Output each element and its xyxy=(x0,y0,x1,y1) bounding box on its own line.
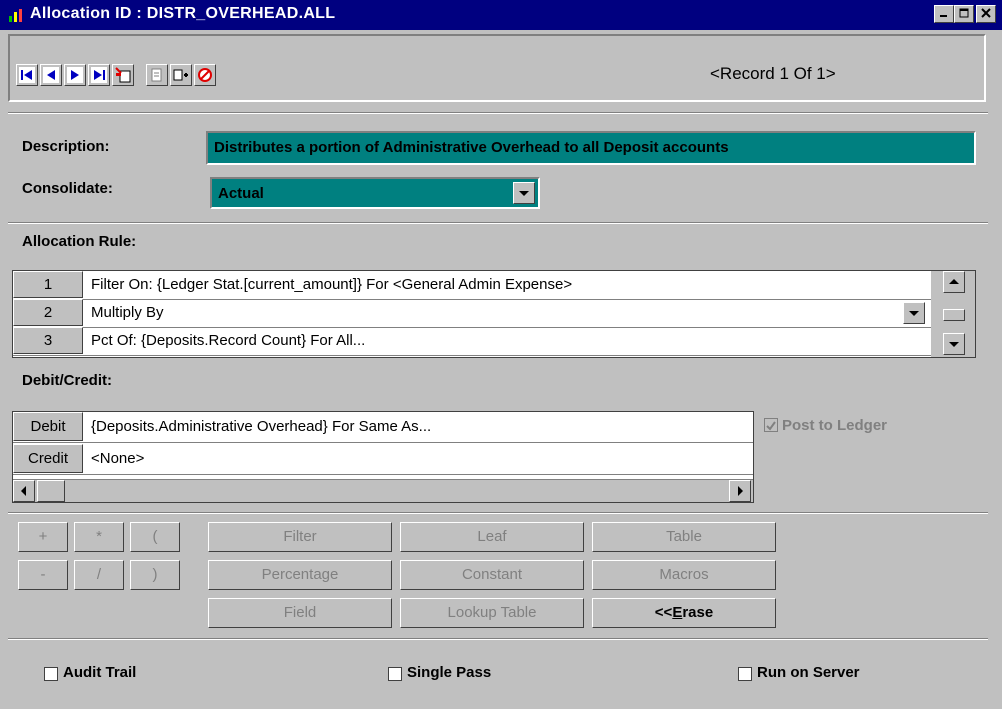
scroll-left-button[interactable] xyxy=(13,480,35,502)
description-field[interactable]: Distributes a portion of Administrative … xyxy=(206,131,976,165)
erase-hotkey: E xyxy=(672,604,683,621)
maximize-button[interactable] xyxy=(954,5,974,23)
last-record-button[interactable] xyxy=(88,64,110,86)
post-to-ledger-label: Post to Ledger xyxy=(782,417,888,434)
window-title: Allocation ID : DISTR_OVERHEAD.ALL xyxy=(30,5,336,22)
chevron-down-icon xyxy=(909,311,919,316)
chevron-down-icon xyxy=(519,191,529,196)
consolidate-dropdown[interactable]: Actual xyxy=(210,177,540,209)
scroll-thumb[interactable] xyxy=(37,480,65,502)
description-label: Description: xyxy=(22,138,110,155)
allocation-rule-label: Allocation Rule: xyxy=(22,233,137,250)
plus-button[interactable]: + xyxy=(18,522,68,552)
next-record-icon xyxy=(67,67,83,83)
rule-text[interactable]: Multiply By xyxy=(91,304,164,321)
arrow-left-icon xyxy=(21,486,26,496)
scroll-right-button[interactable] xyxy=(729,480,751,502)
single-pass-checkbox[interactable] xyxy=(388,667,402,681)
row-dropdown-button[interactable] xyxy=(903,302,925,324)
erase-button[interactable]: <<Erase xyxy=(592,598,776,628)
scroll-down-button[interactable] xyxy=(943,333,965,355)
dropdown-button[interactable] xyxy=(513,182,535,204)
horizontal-scrollbar[interactable] xyxy=(13,479,753,502)
rule-text[interactable]: Filter On: {Ledger Stat.[current_amount]… xyxy=(91,276,572,293)
minimize-button[interactable] xyxy=(934,5,954,23)
first-record-button[interactable] xyxy=(16,64,38,86)
constant-button[interactable]: Constant xyxy=(400,560,584,590)
delete-button[interactable] xyxy=(194,64,216,86)
close-icon xyxy=(981,8,991,18)
maximize-icon xyxy=(959,8,969,18)
divider xyxy=(8,112,988,114)
close-button[interactable] xyxy=(976,5,996,23)
audit-trail-label: Audit Trail xyxy=(63,664,137,681)
post-to-ledger-checkbox[interactable] xyxy=(764,418,778,432)
insert-button[interactable] xyxy=(170,64,192,86)
filter-button[interactable]: Filter xyxy=(208,522,392,552)
credit-value[interactable]: <None> xyxy=(91,450,144,467)
scroll-thumb[interactable] xyxy=(943,309,965,321)
record-indicator: <Record 1 Of 1> xyxy=(710,64,836,83)
erase-label: rase xyxy=(682,604,714,621)
consolidate-label: Consolidate: xyxy=(22,180,113,197)
single-pass-label: Single Pass xyxy=(407,664,492,681)
next-record-button[interactable] xyxy=(64,64,86,86)
leaf-button[interactable]: Leaf xyxy=(400,522,584,552)
rule-text[interactable]: Pct Of: {Deposits.Record Count} For All.… xyxy=(91,332,365,349)
debit-value[interactable]: {Deposits.Administrative Overhead} For S… xyxy=(91,418,431,435)
arrow-up-icon xyxy=(949,279,959,284)
multiply-button[interactable]: * xyxy=(74,522,124,552)
audit-trail-checkbox[interactable] xyxy=(44,667,58,681)
title-bar: Allocation ID : DISTR_OVERHEAD.ALL xyxy=(0,0,1002,30)
divide-button[interactable]: / xyxy=(74,560,124,590)
row-number[interactable]: 2 xyxy=(13,299,83,326)
first-record-icon xyxy=(19,67,35,83)
debit-header[interactable]: Debit xyxy=(13,412,83,441)
row-number[interactable]: 3 xyxy=(13,327,83,354)
scroll-up-button[interactable] xyxy=(943,271,965,293)
previous-record-button[interactable] xyxy=(40,64,62,86)
debit-credit-label: Debit/Credit: xyxy=(22,372,112,389)
copy-icon xyxy=(151,68,162,82)
insert-icon xyxy=(173,69,188,81)
debit-credit-grid: Debit {Deposits.Administrative Overhead}… xyxy=(12,411,754,503)
new-record-button[interactable] xyxy=(112,64,134,86)
new-record-icon xyxy=(115,67,131,83)
divider xyxy=(8,222,988,224)
table-button[interactable]: Table xyxy=(592,522,776,552)
vertical-scrollbar[interactable] xyxy=(931,271,975,357)
lookup-table-button[interactable]: Lookup Table xyxy=(400,598,584,628)
arrow-right-icon xyxy=(738,486,743,496)
close-paren-button[interactable]: ) xyxy=(130,560,180,590)
consolidate-value: Actual xyxy=(218,185,264,202)
macros-button[interactable]: Macros xyxy=(592,560,776,590)
record-toolbar: <Record 1 Of 1> xyxy=(8,34,986,102)
field-button[interactable]: Field xyxy=(208,598,392,628)
run-on-server-checkbox[interactable] xyxy=(738,667,752,681)
run-on-server-label: Run on Server xyxy=(757,664,860,681)
copy-button[interactable] xyxy=(146,64,168,86)
checkmark-icon xyxy=(766,421,776,431)
percentage-button[interactable]: Percentage xyxy=(208,560,392,590)
row-number[interactable]: 1 xyxy=(13,271,83,298)
table-row[interactable]: 1 Filter On: {Ledger Stat.[current_amoun… xyxy=(13,271,931,300)
open-paren-button[interactable]: ( xyxy=(130,522,180,552)
delete-icon xyxy=(198,68,212,82)
divider xyxy=(8,512,988,514)
erase-prefix: << xyxy=(654,604,673,621)
minimize-icon xyxy=(940,15,947,17)
last-record-icon xyxy=(91,67,107,83)
credit-row[interactable]: Credit <None> xyxy=(13,444,753,475)
app-icon xyxy=(9,9,22,22)
arrow-down-icon xyxy=(949,342,959,347)
table-row[interactable]: 3 Pct Of: {Deposits.Record Count} For Al… xyxy=(13,327,931,356)
allocation-rule-grid: 1 Filter On: {Ledger Stat.[current_amoun… xyxy=(12,270,976,358)
debit-row[interactable]: Debit {Deposits.Administrative Overhead}… xyxy=(13,412,753,443)
table-row[interactable]: 2 Multiply By xyxy=(13,299,931,328)
divider xyxy=(8,638,988,640)
credit-header[interactable]: Credit xyxy=(13,444,83,473)
previous-record-icon xyxy=(43,67,59,83)
minus-button[interactable]: - xyxy=(18,560,68,590)
